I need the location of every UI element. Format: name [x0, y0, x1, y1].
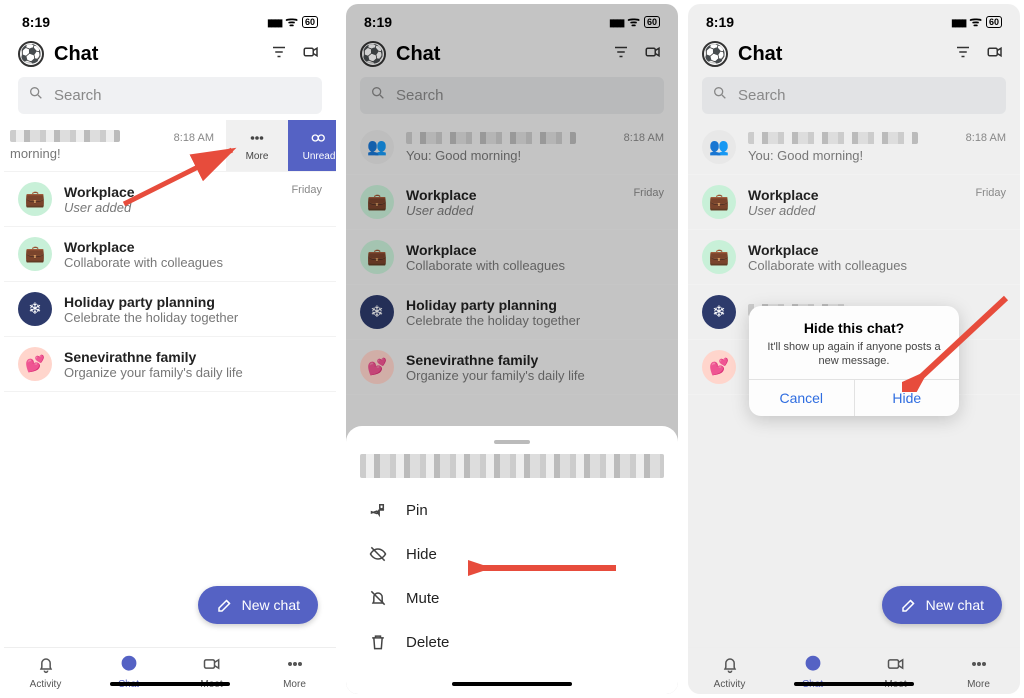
app-logo-icon[interactable] — [18, 41, 44, 67]
dialog-title: Hide this chat? — [761, 320, 947, 336]
home-indicator[interactable] — [794, 682, 914, 686]
sheet-delete[interactable]: Delete — [346, 620, 678, 664]
header: Chat — [4, 33, 336, 75]
chat-item[interactable]: 💼 Workplace Collaborate with colleagues — [4, 227, 336, 282]
more-icon — [285, 654, 305, 677]
home-indicator[interactable] — [110, 682, 230, 686]
chat-subtitle: User added — [64, 200, 279, 215]
chat-item[interactable]: 💕 Senevirathne family Organize your fami… — [4, 337, 336, 392]
page-title: Chat — [54, 43, 258, 66]
unread-icon — [310, 129, 328, 147]
sheet-label: Mute — [406, 590, 439, 607]
status-bar: 8:19 60 — [4, 4, 336, 33]
avatar-icon: 💼 — [18, 237, 52, 271]
new-chat-button[interactable]: New chat — [882, 586, 1002, 624]
chat-time: Friday — [291, 184, 322, 196]
chat-item[interactable]: ❄ Holiday party planning Celebrate the h… — [4, 282, 336, 337]
chat-title: Senevirathne family — [64, 349, 322, 365]
tab-label: More — [283, 679, 306, 690]
chat-subtitle: Celebrate the holiday together — [64, 310, 322, 325]
sheet-label: Hide — [406, 546, 437, 563]
sheet-handle[interactable] — [494, 440, 530, 444]
tab-activity[interactable]: Activity — [4, 654, 87, 690]
chat-title-redacted — [10, 130, 120, 142]
fab-label: New chat — [926, 597, 984, 613]
chat-title: Workplace — [64, 239, 322, 255]
signal-icon — [267, 15, 281, 29]
action-sheet: Pin Hide Mute Delete — [346, 426, 678, 694]
chat-item[interactable]: 💼 Workplace User added Friday — [4, 172, 336, 227]
chat-icon — [119, 654, 139, 677]
sheet-pin[interactable]: Pin — [346, 488, 678, 532]
dialog-hide-button[interactable]: Hide — [854, 380, 960, 416]
pin-icon — [368, 500, 388, 520]
swipe-unread-button[interactable]: Unread — [288, 120, 336, 171]
avatar-icon: 💕 — [18, 347, 52, 381]
chat-list[interactable]: morning! 8:18 AM More Unread 💼 Workplace… — [4, 120, 336, 647]
sheet-hide[interactable]: Hide — [346, 532, 678, 576]
home-indicator[interactable] — [452, 682, 572, 686]
screen-confirm-dialog: 8:19 60 Chat Search 👥 You: Good morning!… — [688, 4, 1020, 694]
search-icon — [28, 85, 44, 106]
tab-more[interactable]: More — [253, 654, 336, 690]
dialog-cancel-button[interactable]: Cancel — [749, 380, 854, 416]
filter-icon[interactable] — [268, 43, 290, 66]
new-chat-button[interactable]: New chat — [198, 586, 318, 624]
dialog-message: It'll show up again if anyone posts a ne… — [761, 340, 947, 369]
sheet-header-redacted — [360, 454, 664, 478]
search-placeholder: Search — [54, 87, 102, 104]
swipe-more-button[interactable]: More — [226, 120, 288, 171]
tab-label: Activity — [30, 679, 62, 690]
chat-subtitle: Collaborate with colleagues — [64, 255, 322, 270]
bell-icon — [36, 654, 56, 677]
chat-item-swiped[interactable]: morning! 8:18 AM More Unread — [4, 120, 336, 172]
chat-time: 8:18 AM — [174, 132, 214, 144]
chat-title: Holiday party planning — [64, 294, 322, 310]
swipe-more-label: More — [246, 151, 269, 162]
more-icon — [248, 129, 266, 147]
avatar-icon: 💼 — [18, 182, 52, 216]
screen-swipe: 8:19 60 Chat Search morning! 8:18 AM Mor — [4, 4, 336, 694]
chat-title: Workplace — [64, 184, 279, 200]
meet-now-icon[interactable] — [300, 43, 322, 66]
status-time: 8:19 — [22, 14, 50, 30]
hide-chat-dialog: Hide this chat? It'll show up again if a… — [749, 306, 959, 416]
status-right: 60 — [267, 12, 318, 31]
video-icon — [202, 654, 222, 677]
avatar-icon: ❄ — [18, 292, 52, 326]
search-input[interactable]: Search — [18, 77, 322, 114]
sheet-mute[interactable]: Mute — [346, 576, 678, 620]
trash-icon — [368, 632, 388, 652]
battery-icon: 60 — [302, 16, 318, 28]
chat-subtitle: morning! — [10, 146, 162, 161]
tab-bar: Activity Chat Meet More — [4, 647, 336, 694]
sheet-label: Delete — [406, 634, 449, 651]
wifi-icon — [285, 12, 298, 31]
compose-icon — [216, 596, 234, 614]
swipe-actions: More Unread — [226, 120, 336, 171]
sheet-label: Pin — [406, 502, 428, 519]
fab-label: New chat — [242, 597, 300, 613]
swipe-unread-label: Unread — [303, 151, 336, 162]
compose-icon — [900, 596, 918, 614]
screen-action-sheet: 8:19 60 Chat Search 👥 You: Good morning!… — [346, 4, 678, 694]
mute-icon — [368, 588, 388, 608]
hide-icon — [368, 544, 388, 564]
chat-subtitle: Organize your family's daily life — [64, 365, 322, 380]
